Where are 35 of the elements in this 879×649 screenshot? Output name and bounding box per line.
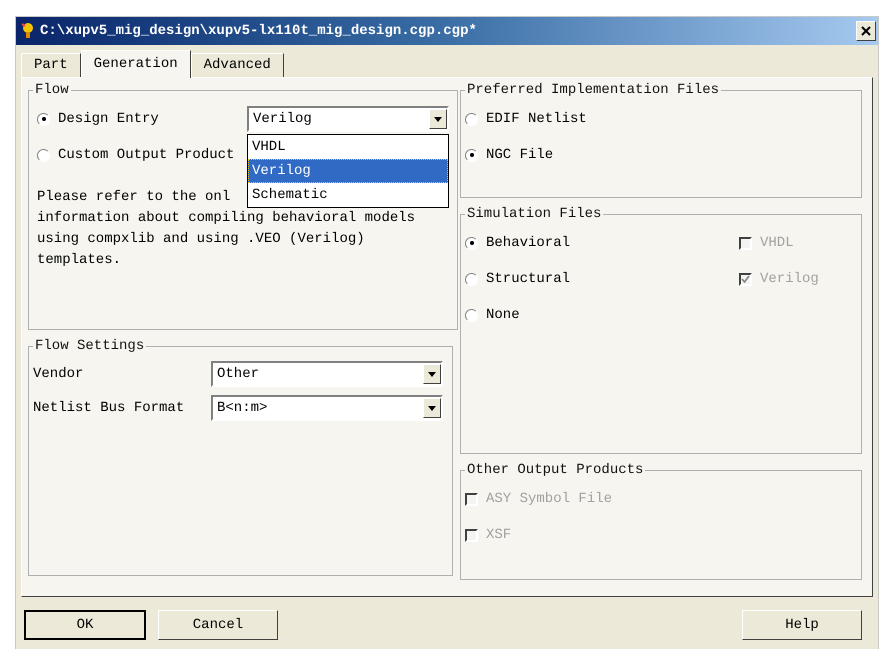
radio-label: EDIF Netlist xyxy=(486,110,587,128)
radio-label: Structural xyxy=(486,270,570,288)
window-title: C:\xupv5_mig_design\xupv5-lx110t_mig_design.cgp.cgp* xyxy=(40,22,478,40)
dropdown-option[interactable]: Schematic xyxy=(248,183,448,207)
group-title: Flow Settings xyxy=(34,337,146,356)
help-text: information about compiling behavioral models xyxy=(37,209,416,228)
dialog-button[interactable]: OK xyxy=(24,610,146,640)
group-title: Simulation Files xyxy=(466,205,602,224)
help-text: Please refer to the onl xyxy=(37,188,230,207)
tab[interactable]: Generation xyxy=(80,50,191,78)
dialog-button[interactable]: Help xyxy=(742,610,862,640)
dropdown-field[interactable]: Other xyxy=(211,361,443,387)
tab[interactable]: Part xyxy=(21,53,81,77)
group-title: Preferred Implementation Files xyxy=(466,81,720,100)
radio-label: NGC File xyxy=(486,146,554,164)
tab[interactable]: Advanced xyxy=(190,53,284,77)
field-label: Vendor xyxy=(33,364,84,384)
radio-label: Behavioral xyxy=(486,234,570,252)
dialog-button[interactable]: Cancel xyxy=(158,610,278,640)
radio-label: Custom Output Product xyxy=(58,146,234,164)
dropdown-field[interactable]: Verilog xyxy=(247,106,449,132)
checkbox-label: XSF xyxy=(486,526,512,544)
checkbox-label: ASY Symbol File xyxy=(486,490,612,508)
checkbox-label: VHDL xyxy=(760,234,794,252)
group-title: Other Output Products xyxy=(466,461,644,480)
help-text: using compxlib and using .VEO (Verilog) xyxy=(37,230,365,249)
radio-label: Design Entry xyxy=(58,110,159,128)
dropdown-option[interactable]: Verilog xyxy=(248,159,448,183)
help-text: templates. xyxy=(37,251,122,270)
field-label: Netlist Bus Format xyxy=(33,398,186,418)
radio-label: None xyxy=(486,306,520,324)
dropdown-option[interactable]: VHDL xyxy=(248,135,448,159)
checkbox-label: Verilog xyxy=(760,270,819,288)
group-title: Flow xyxy=(34,81,70,100)
dropdown-field[interactable]: B<n:m> xyxy=(211,395,443,421)
